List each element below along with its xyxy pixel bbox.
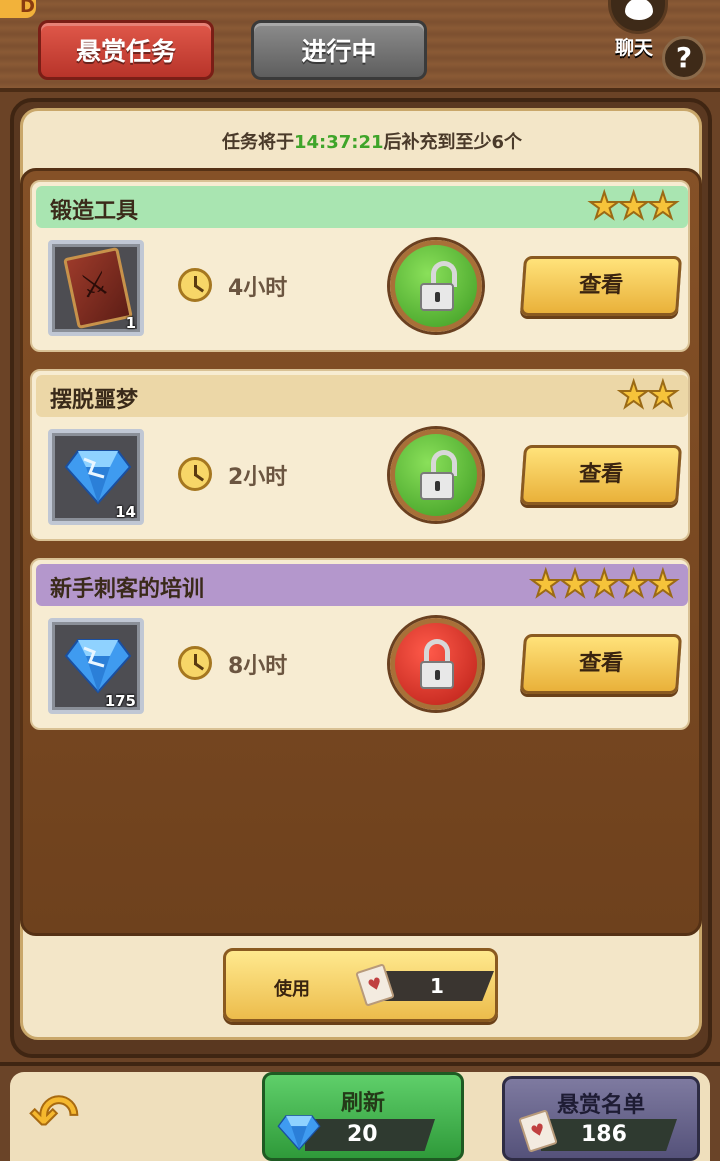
- quest-title: 新手刺客的培训: [50, 577, 205, 602]
- reward-item-slot[interactable]: 1: [48, 240, 144, 336]
- refresh-cost: 20: [347, 1122, 378, 1147]
- lock-open-icon: [420, 472, 454, 500]
- star-rating-icon: ★★: [616, 375, 680, 416]
- gem-icon: [277, 1115, 321, 1151]
- gem-icon: [64, 639, 132, 694]
- view-button[interactable]: 查看: [519, 256, 683, 316]
- quest-duration: 4小时: [228, 276, 288, 301]
- quest-title-bar: 新手刺客的培训 ★★★★★: [36, 564, 688, 606]
- lock-open-icon: [420, 283, 454, 311]
- chat-label[interactable]: 聊天: [615, 33, 653, 60]
- timer-prefix: 任务将于: [221, 132, 294, 153]
- ticket-count: 1: [430, 974, 444, 998]
- unlocked-lock-button[interactable]: [390, 429, 482, 521]
- clock-icon: [178, 457, 212, 491]
- use-label: 使用: [274, 979, 310, 1000]
- view-button[interactable]: 查看: [519, 445, 683, 505]
- reward-count: 175: [104, 692, 136, 710]
- bounty-count: 186: [581, 1122, 627, 1147]
- bounty-list-button[interactable]: 悬赏名单 186: [502, 1076, 700, 1161]
- reward-item-slot[interactable]: 14: [48, 429, 144, 525]
- star-rating-icon: ★★★★★: [529, 564, 680, 605]
- reward-count: 1: [125, 314, 136, 332]
- lock-closed-icon: [420, 661, 454, 689]
- gem-icon: [64, 450, 132, 505]
- quest-card: 新手刺客的培训 ★★★★★ 175 8小时 查看: [30, 558, 690, 730]
- back-arrow-icon[interactable]: ↶: [29, 1086, 102, 1148]
- view-button[interactable]: 查看: [519, 634, 683, 694]
- quest-title: 摆脱噩梦: [50, 388, 139, 413]
- reward-count: 14: [115, 503, 136, 521]
- quest-title-bar: 锻造工具 ★★★: [36, 186, 688, 228]
- use-ticket-button[interactable]: 使用 1: [223, 948, 498, 1022]
- tab-in-progress[interactable]: 进行中: [251, 20, 427, 80]
- tab-bounty-quests[interactable]: 悬赏任务: [38, 20, 214, 80]
- locked-lock-button[interactable]: [390, 618, 482, 710]
- quest-title: 锻造工具: [50, 199, 139, 224]
- quest-card: 摆脱噩梦 ★★ 14 2小时 查看: [30, 369, 690, 541]
- quest-card: 锻造工具 ★★★ 1 4小时 查看: [30, 180, 690, 352]
- help-icon[interactable]: ?: [662, 36, 706, 80]
- quest-title-bar: 摆脱噩梦 ★★: [36, 375, 688, 417]
- clock-icon: [178, 646, 212, 680]
- reward-item-slot[interactable]: 175: [48, 618, 144, 714]
- quest-duration: 2小时: [228, 465, 288, 490]
- clock-icon: [178, 268, 212, 302]
- refill-timer: 任务将于14:37:21后补充到至少6个: [0, 128, 720, 154]
- star-rating-icon: ★★★: [587, 186, 680, 227]
- unlocked-lock-button[interactable]: [390, 240, 482, 332]
- book-icon: [63, 246, 133, 330]
- timer-suffix: 后补充到至少6个: [383, 132, 523, 153]
- corner-logo: D: [0, 0, 36, 18]
- timer-time: 14:37:21: [293, 132, 384, 153]
- quest-duration: 8小时: [228, 654, 288, 679]
- refresh-button[interactable]: 刷新 20: [262, 1072, 464, 1161]
